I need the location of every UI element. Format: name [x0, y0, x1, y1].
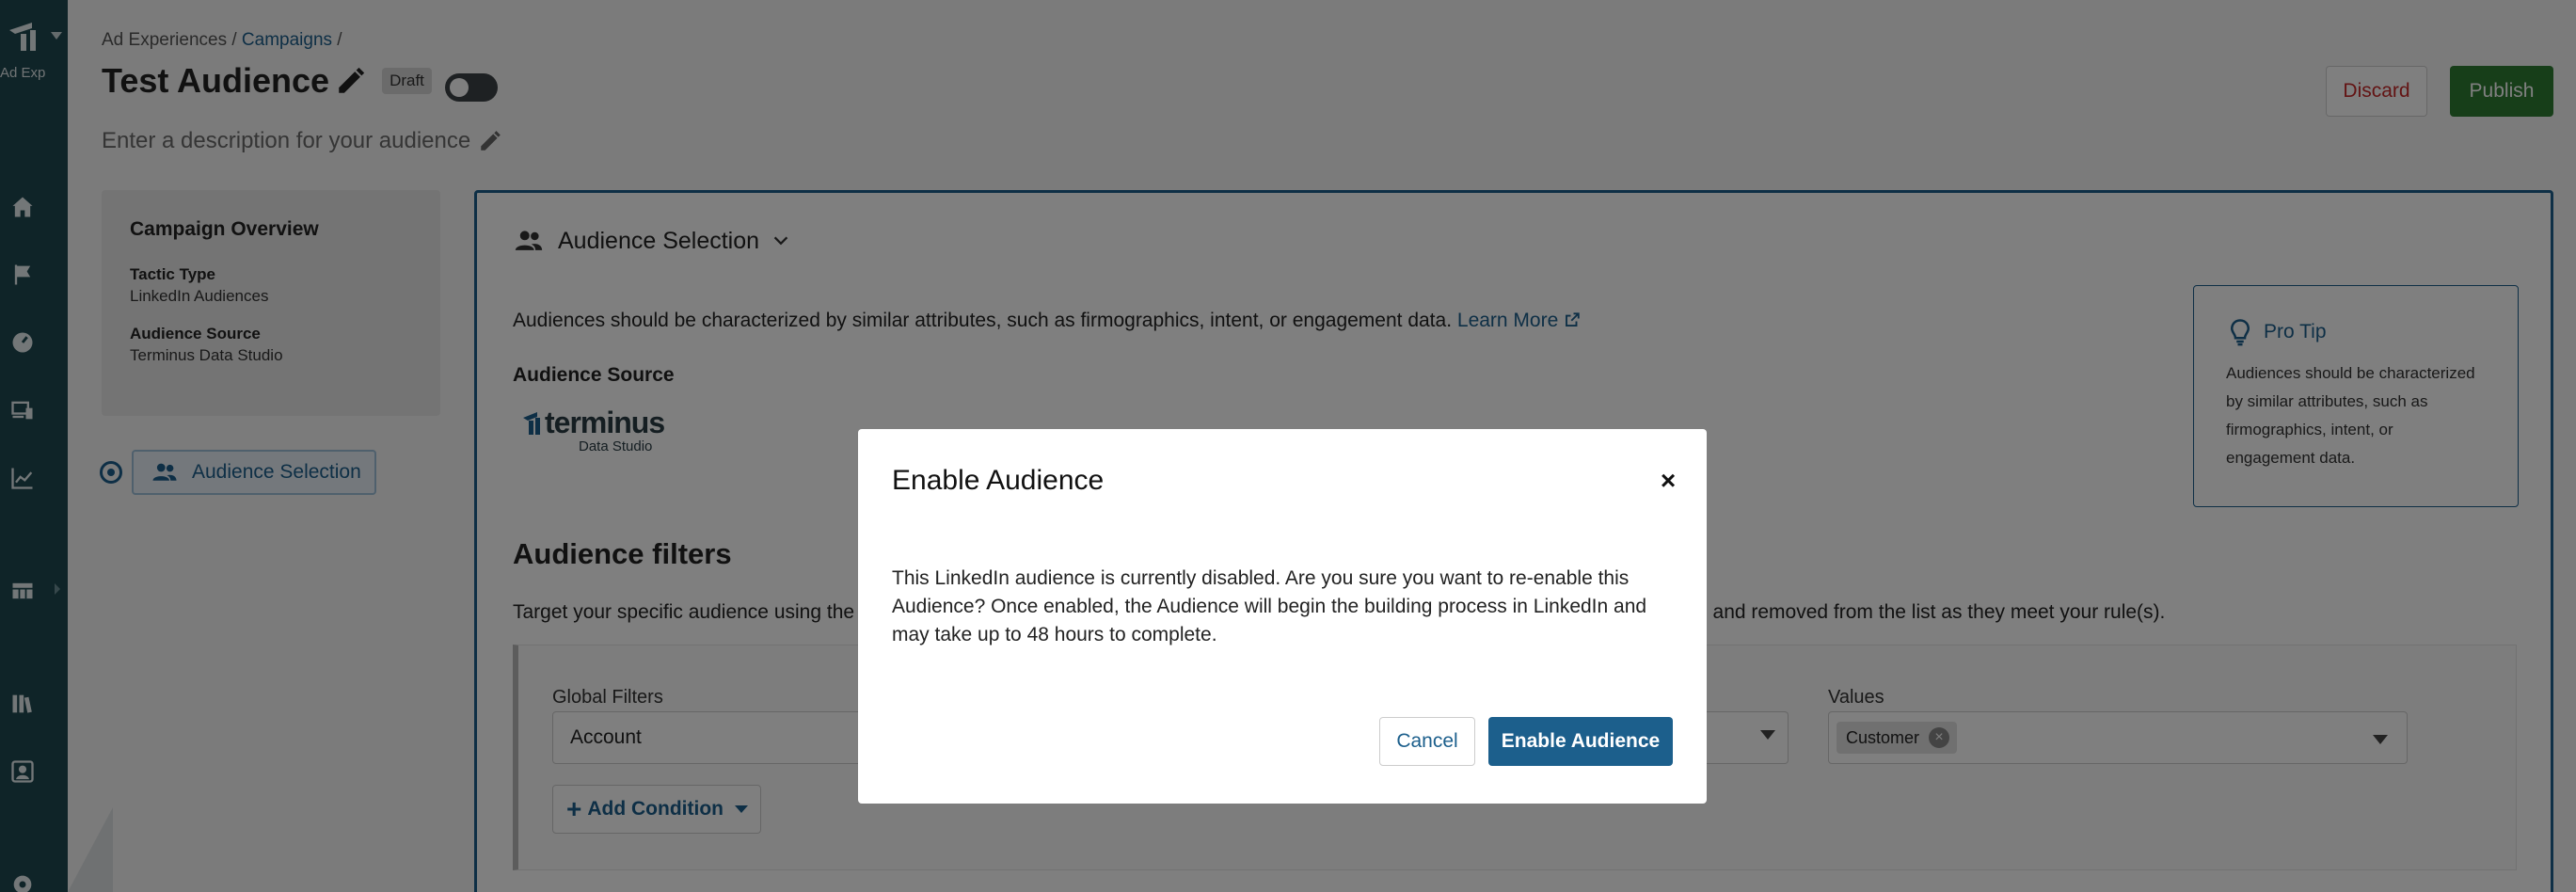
dialog-body: This LinkedIn audience is currently disa…: [892, 567, 1647, 645]
dialog-title: Enable Audience: [892, 465, 1105, 496]
enable-audience-dialog: Enable Audience × This LinkedIn audience…: [858, 429, 1707, 804]
cancel-button[interactable]: Cancel: [1379, 717, 1475, 766]
close-icon[interactable]: ×: [1654, 467, 1682, 495]
enable-audience-button[interactable]: Enable Audience: [1488, 717, 1673, 766]
